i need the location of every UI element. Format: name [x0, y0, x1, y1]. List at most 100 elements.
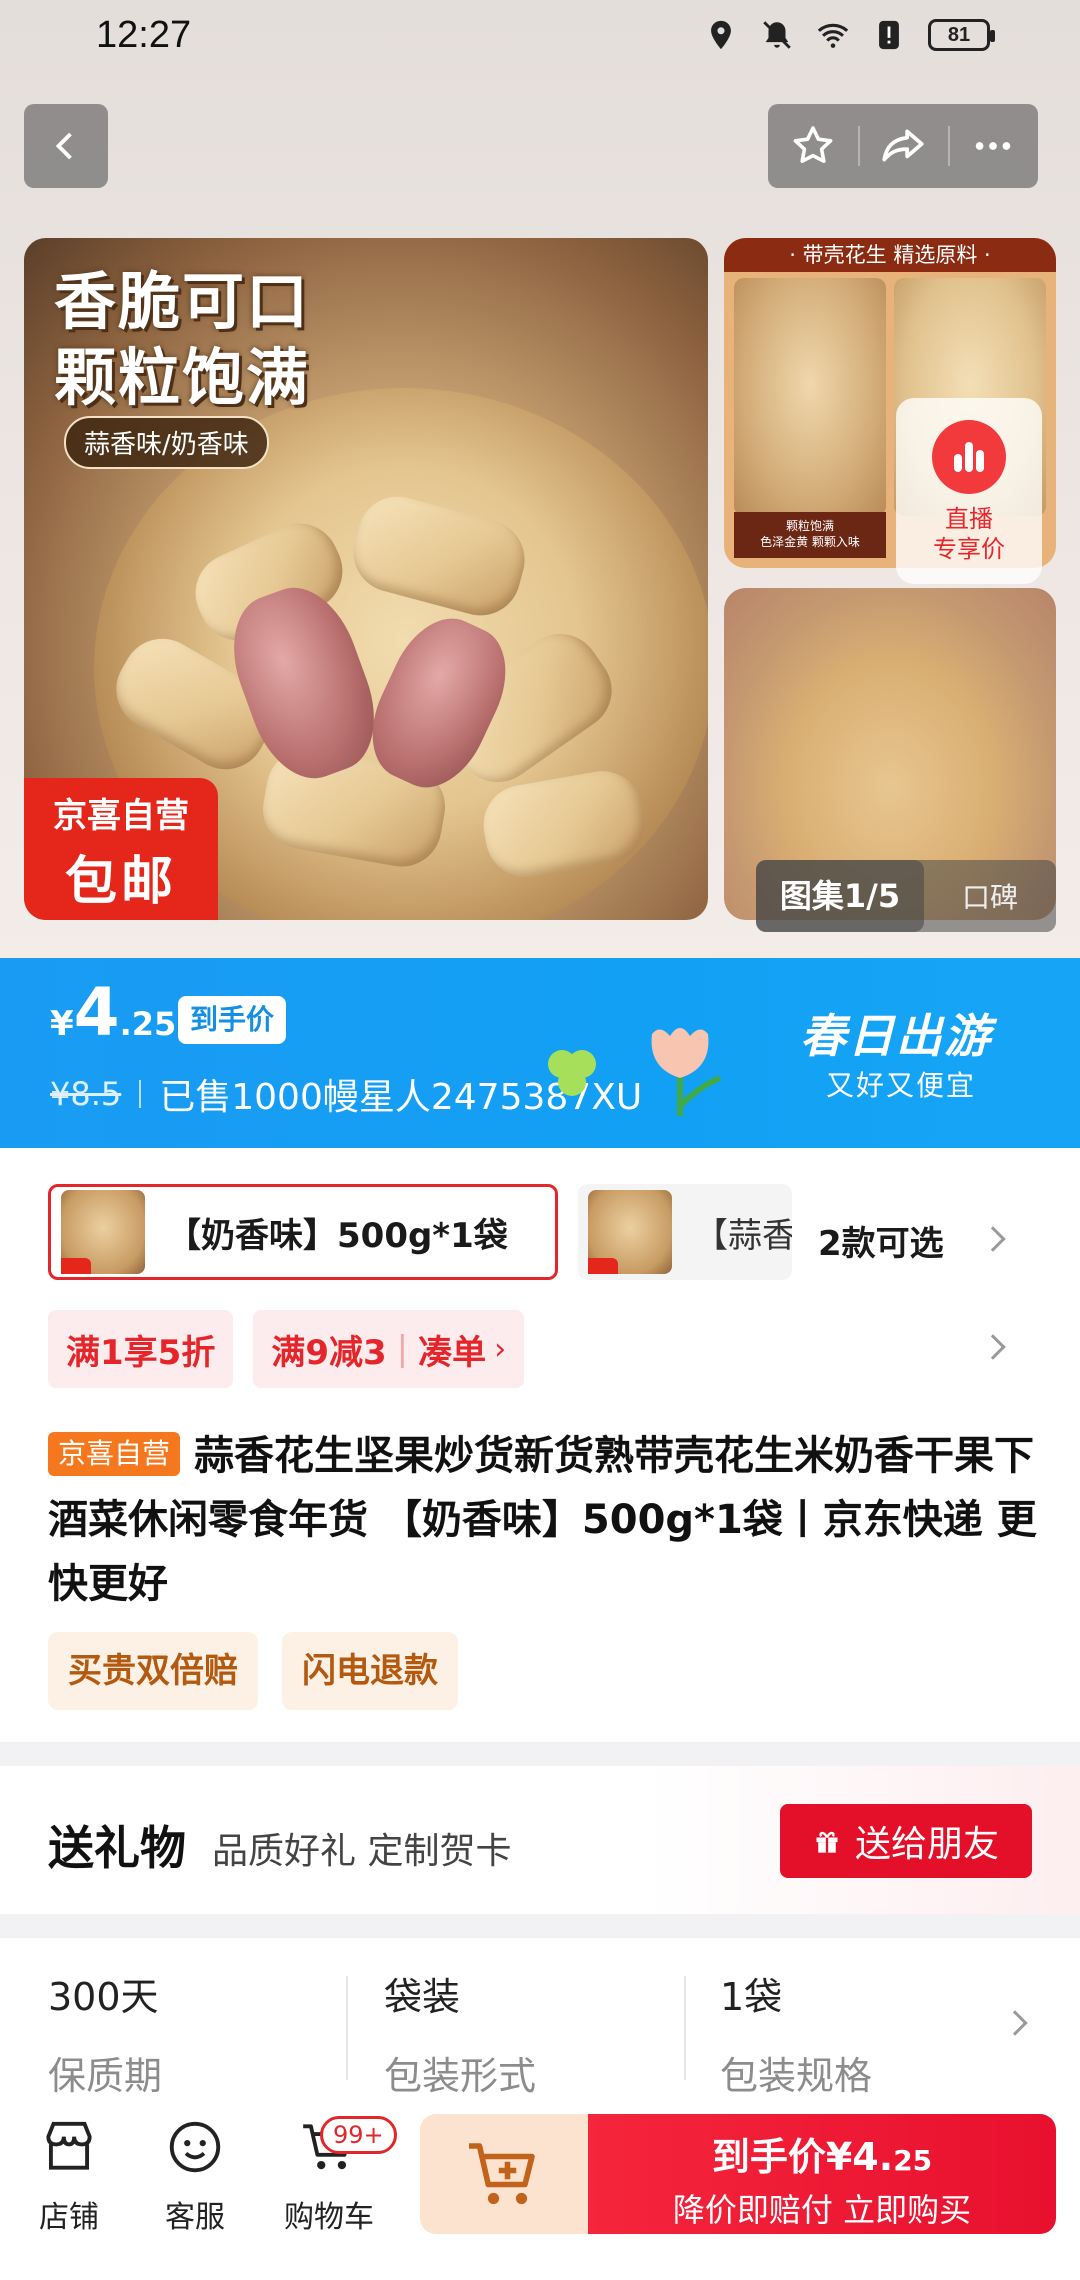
sku-selector: 【奶香味】500g*1袋 【蒜香	[48, 1184, 792, 1280]
add-to-cart-button[interactable]	[420, 2114, 588, 2234]
add-cart-icon	[469, 2143, 535, 2205]
star-outline-icon	[793, 126, 833, 163]
gift-section: 送礼物 品质好礼 定制贺卡 送给朋友	[0, 1766, 1080, 1914]
spec-key: 保质期	[48, 2054, 163, 2098]
chevron-right-icon: ›	[494, 1331, 507, 1367]
thumbnail-caption-line1: 颗粒饱满	[785, 519, 834, 533]
sku-option-selected[interactable]: 【奶香味】500g*1袋	[48, 1184, 558, 1280]
share-arrow-icon	[882, 129, 924, 162]
send-gift-label: 送给朋友	[854, 1824, 999, 1865]
spec-package-type: 袋装 包装形式	[384, 1966, 536, 2100]
price-separator	[139, 1080, 142, 1108]
spec-value: 1袋	[720, 1975, 783, 2019]
spec-section[interactable]: 300天 保质期 袋装 包装形式 1袋 包装规格	[0, 1938, 1080, 2118]
shop-icon	[46, 2121, 92, 2170]
live-label-line2: 专享价	[933, 535, 1005, 563]
sku-option-label: 【奶香味】500g*1袋	[167, 1215, 508, 1256]
promo-campaign-title: 春日出游	[800, 1009, 992, 1063]
share-button[interactable]	[858, 104, 948, 188]
sold-count: 已售1000	[159, 1077, 323, 1118]
bottom-action-bar: 店铺 客服 购物车 99+ 到手价¥4.25 降价即赔付 立即购买	[0, 2094, 1080, 2280]
thumbnail-caption: 颗粒饱满 色泽金黄 颗颗入味	[734, 512, 886, 558]
chevron-left-icon	[55, 132, 72, 160]
sku-thumbnail	[588, 1190, 672, 1274]
alert-icon	[879, 20, 899, 50]
cart-count-badge: 99+	[320, 2116, 397, 2154]
sku-option[interactable]: 【蒜香	[578, 1184, 792, 1280]
product-info-card: 【奶香味】500g*1袋 【蒜香 2款可选 满1享5折 满9减3 | 凑单 › …	[0, 1148, 1080, 1742]
buy-price-prefix: 到手价	[711, 2135, 826, 2179]
promo-campaign-subtitle: 又好又便宜	[826, 1069, 977, 1102]
coupon-chip-label: 满9减3	[271, 1332, 387, 1373]
price-currency: ¥	[50, 1004, 74, 1044]
live-label-line1: 直播	[945, 505, 993, 533]
thumbnail-photo	[734, 278, 886, 516]
send-gift-button[interactable]: 送给朋友	[780, 1804, 1032, 1878]
chevron-right-icon[interactable]	[980, 1226, 1006, 1252]
badge-line2: 包邮	[64, 852, 177, 912]
product-title-text: 蒜香花生坚果炒货新货熟带壳花生米奶香干果下酒菜休闲零食年货 【奶香味】500g*…	[48, 1433, 1037, 1607]
main-image-title: 香脆可口 颗粒饱满	[54, 264, 310, 416]
chevron-right-icon[interactable]	[980, 1334, 1006, 1360]
flavor-tag: 蒜香味/奶香味	[64, 416, 269, 469]
buy-now-label: 降价即赔付 立即购买	[672, 2191, 972, 2229]
favorite-button[interactable]	[768, 104, 858, 188]
gift-icon	[816, 1831, 838, 1853]
combine-order-label: 凑单	[418, 1332, 487, 1373]
more-dots-icon	[975, 142, 1011, 150]
final-price-tag: 到手价	[178, 996, 287, 1044]
location-icon	[711, 20, 731, 50]
tulip-decoration	[651, 1028, 722, 1116]
spec-key: 包装形式	[384, 2054, 537, 2098]
back-button[interactable]	[24, 104, 108, 188]
spec-value: 袋装	[384, 1975, 461, 2019]
status-time: 12:27	[96, 14, 192, 56]
buy-price-line: 到手价¥4.25	[588, 2126, 1056, 2181]
promotion-row: 满1享5折 满9减3 | 凑单 ›	[48, 1310, 544, 1388]
price-banner: ¥ 4 .25 到手价 ¥8.5 已售1000 幔星人2475387XU 春日出…	[0, 958, 1080, 1148]
thumbnail-caption-line2: 色泽金黄 颗颗入味	[760, 535, 860, 549]
free-shipping-badge: 京喜自营 包邮	[24, 778, 218, 920]
spec-package-size: 1袋 包装规格	[720, 1966, 872, 2100]
fast-refund-chip[interactable]: 闪电退款	[282, 1632, 458, 1710]
buy-now-button[interactable]: 到手价¥4.25 降价即赔付 立即购买	[588, 2114, 1056, 2234]
product-detail-page: 12:27 81 香脆可口 颗粒饱满 蒜香味/奶香味 京喜自营 包邮 · 带壳花…	[0, 0, 1080, 2280]
live-price-card[interactable]: 直播 专享价	[896, 398, 1042, 584]
main-product-image[interactable]: 香脆可口 颗粒饱满 蒜香味/奶香味 京喜自营 包邮	[24, 238, 708, 920]
price-integer: 4	[73, 974, 120, 1051]
original-price: ¥8.5	[50, 1075, 122, 1113]
tab-service[interactable]: 客服	[140, 2116, 250, 2236]
sku-thumbnail	[61, 1190, 145, 1274]
spec-key: 包装规格	[720, 2054, 873, 2098]
spec-value: 300天	[48, 1975, 159, 2019]
tab-shop-label: 店铺	[39, 2200, 99, 2235]
gallery-counter: 图集1/5 口碑	[756, 860, 1056, 932]
review-tab[interactable]: 口碑	[924, 876, 1056, 916]
price-decimal: .25	[119, 1005, 177, 1043]
customer-service-icon	[169, 2121, 221, 2173]
coupon-chip[interactable]: 满9减3 | 凑单 ›	[253, 1310, 525, 1388]
sku-option-label: 【蒜香	[694, 1215, 792, 1256]
main-image-title-line1: 香脆可口	[54, 265, 311, 338]
discount-chip[interactable]: 满1享5折	[48, 1310, 234, 1388]
status-bar: 12:27 81	[0, 0, 1080, 76]
live-label: 直播 专享价	[896, 504, 1042, 564]
spec-shelf-life: 300天 保质期	[48, 1966, 162, 2100]
status-icons: 81	[704, 18, 995, 52]
thumbnail-banner: · 带壳花生 精选原料 ·	[724, 238, 1056, 272]
mute-bell-icon	[763, 21, 791, 49]
sku-count[interactable]: 2款可选	[818, 1216, 944, 1265]
tab-shop[interactable]: 店铺	[14, 2116, 124, 2236]
more-button[interactable]	[948, 104, 1038, 188]
live-bars-icon	[932, 420, 1006, 494]
main-image-title-line2: 颗粒饱满	[54, 341, 311, 414]
double-refund-chip[interactable]: 买贵双倍赔	[48, 1632, 258, 1710]
gift-title: 送礼物	[48, 1821, 186, 1875]
price-main: ¥ 4 .25	[50, 980, 176, 1046]
self-operated-tag: 京喜自营	[48, 1432, 181, 1476]
wifi-icon	[817, 23, 849, 48]
tab-service-label: 客服	[165, 2200, 225, 2235]
spec-divider	[346, 1976, 348, 2080]
clover-decoration	[548, 1050, 596, 1096]
guarantee-row: 买贵双倍赔 闪电退款	[48, 1632, 482, 1710]
